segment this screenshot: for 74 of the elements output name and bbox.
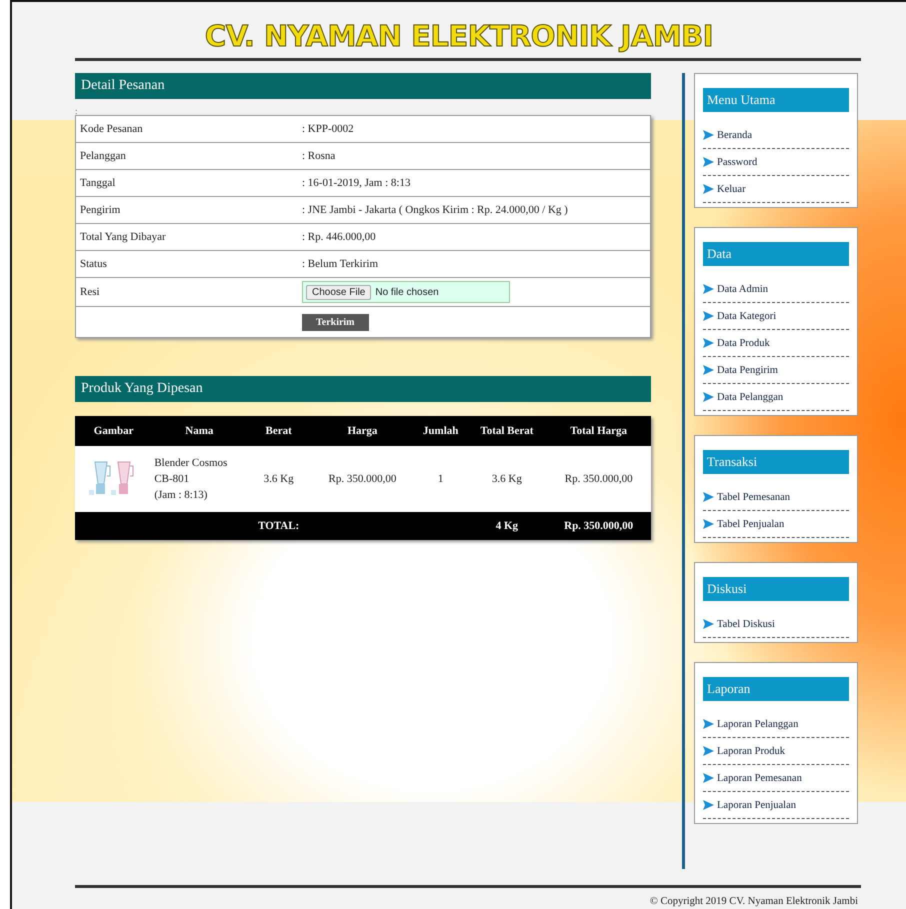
table-cell: 3.6 Kg [467,446,546,512]
arrow-icon [703,338,714,348]
section-heading: Produk Yang Dipesan [75,376,651,402]
menu-heading: Diskusi [703,577,849,601]
separator-mark: : [75,105,79,115]
column-header: Nama [152,416,246,446]
menu-link[interactable]: Data Pengirim [703,357,849,384]
table-cell: 3.6 Kg [246,446,311,512]
site-title: CV. NYAMAN ELEKTRONIK JAMBI [204,18,714,55]
arrow-icon [703,773,714,783]
arrow-icon [703,746,714,756]
field-label: Tanggal [79,177,116,189]
arrow-icon [703,519,714,529]
menu-heading: Laporan [703,677,849,701]
field-value: : Rosna [302,150,336,162]
table-cell: 1 [414,446,468,512]
menu-link[interactable]: Keluar [703,176,849,203]
menu-heading: Data [703,242,849,266]
menu-link[interactable]: Tabel Penjualan [703,511,849,538]
submit-button[interactable]: Terkirim [302,314,369,330]
menu-heading: Menu Utama [703,88,849,112]
field-label: Pelanggan [79,150,127,162]
field-label: Resi [79,286,101,298]
menu-link[interactable]: Password [703,149,849,176]
arrow-icon [703,184,714,194]
menu-link[interactable]: Data Kategori [703,303,849,330]
column-header: Gambar [75,416,152,446]
arrow-icon [703,311,714,321]
column-header: Total Berat [467,416,546,446]
order-time: (Jam : 8:13) [154,488,208,503]
menu-link[interactable]: Tabel Diskusi [703,611,849,638]
arrow-icon [703,392,714,402]
arrow-icon [703,719,714,729]
file-field[interactable]: Choose File No file chosen [302,281,510,303]
arrow-icon [703,365,714,375]
menu-link[interactable]: Data Produk [703,330,849,357]
product-name: Blender Cosmos CB-801 [154,456,228,487]
column-header: Total Harga [546,416,651,446]
table-cell: Rp. 350.000,00 [310,446,414,512]
column-header: Berat [246,416,311,446]
copyright-text: © Copyright 2019 CV. Nyaman Elektronik Jambi [648,896,859,907]
choose-file-button[interactable]: Choose File [306,284,372,300]
arrow-icon [703,619,714,629]
file-status: No file chosen [375,286,439,298]
field-value: : 16-01-2019, Jam : 8:13 [302,177,410,189]
field-value: : KPP-0002 [302,123,354,135]
menu-link[interactable]: Data Pelanggan [703,384,849,411]
menu-link[interactable]: Laporan Pelanggan [703,711,849,738]
column-header: Jumlah [414,416,468,446]
field-label: Pengirim [79,204,122,216]
arrow-icon [703,157,714,167]
menu-link[interactable]: Laporan Produk [703,738,849,765]
arrow-icon [703,800,714,810]
menu-heading: Transaksi [703,450,849,474]
field-value: : Rp. 446.000,00 [302,231,376,243]
total-weight: 4 Kg [467,512,546,540]
arrow-icon [703,492,714,502]
menu-link[interactable]: Data Admin [703,276,849,303]
arrow-icon [703,130,714,140]
field-value: : JNE Jambi - Jakarta ( Ongkos Kirim : Rp. 24.000,00 / Kg ) [302,204,568,216]
field-label: Total Yang Dibayar [79,231,167,243]
menu-link[interactable]: Beranda [703,122,849,149]
menu-link[interactable]: Laporan Penjualan [703,792,849,819]
field-value: : Belum Terkirim [302,258,378,270]
menu-link[interactable]: Tabel Pemesanan [703,484,849,511]
total-label: TOTAL: [246,512,311,540]
column-header: Harga [310,416,414,446]
field-label: Status [79,258,108,270]
section-heading: Detail Pesanan [75,73,651,99]
arrow-icon [703,284,714,294]
total-price: Rp. 350.000,00 [546,512,651,540]
field-label: Kode Pesanan [79,123,144,135]
table-cell: Rp. 350.000,00 [546,446,651,512]
menu-link[interactable]: Laporan Pemesanan [703,765,849,792]
